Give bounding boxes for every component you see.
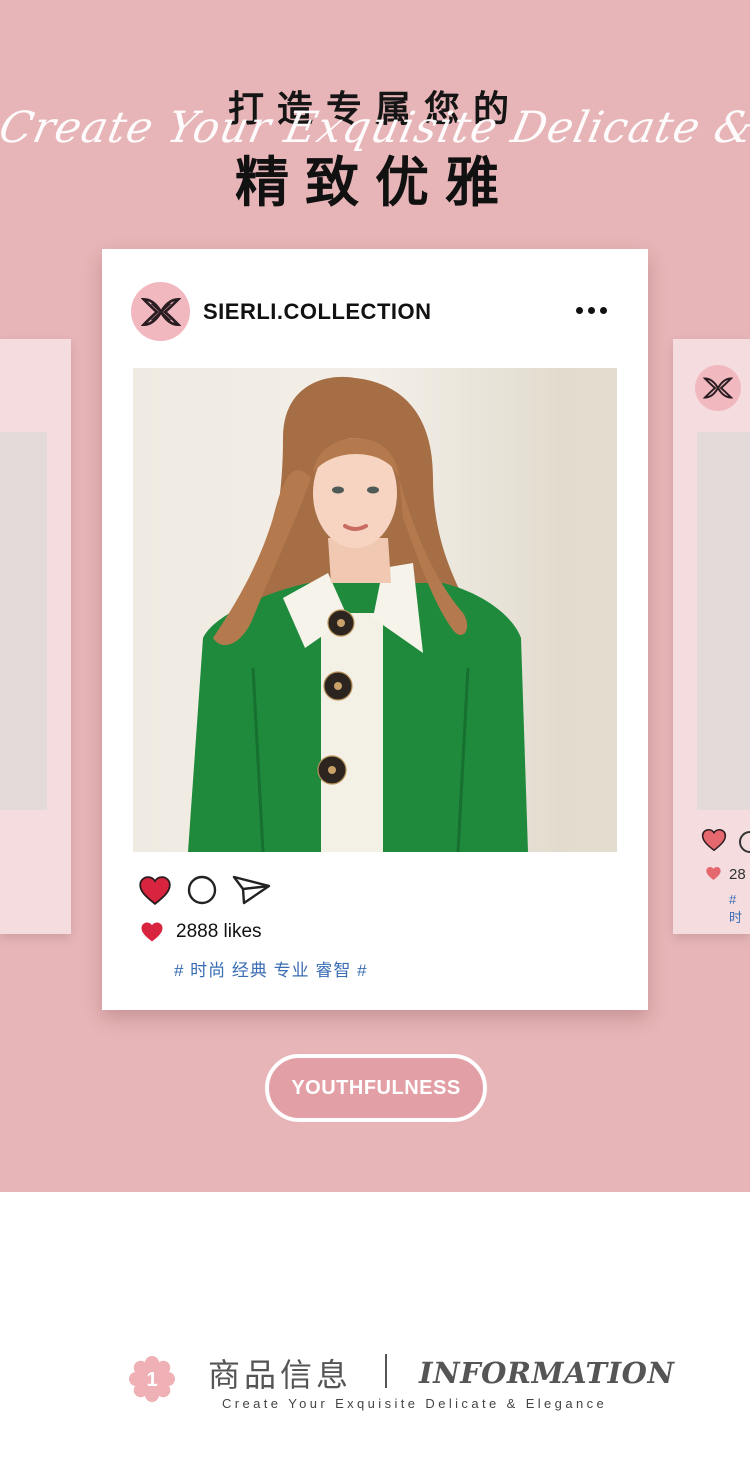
hashtags[interactable]: # 时尚 经典 专业 睿智 # (174, 956, 368, 981)
post-card: SIERLI.COLLECTION 2888 likes # 时尚 经典 专业 … (102, 249, 648, 1010)
more-dots-icon[interactable] (576, 307, 607, 314)
post-actions (138, 874, 286, 906)
side-tags-text: # 时 (729, 892, 743, 925)
side-heart-small-icon (706, 867, 721, 880)
share-icon[interactable] (232, 874, 272, 906)
product-photo (133, 368, 617, 852)
side-comment-icon (739, 831, 750, 853)
likes-count: 2888 likes (176, 921, 262, 942)
likes-row: 2888 likes (140, 921, 262, 943)
side-card-left (0, 339, 71, 934)
info-title-en: INFORMATION (419, 1356, 675, 1390)
side-avatar-logo-icon (695, 365, 741, 411)
info-title-cn: 商品信息 (208, 1356, 353, 1394)
side-likes-text: 28 (729, 866, 746, 883)
flower-number-badge-icon: 1 (129, 1356, 175, 1402)
info-subtitle: Create Your Exquisite Delicate & Eleganc… (222, 1396, 608, 1411)
side-card-right-image (697, 432, 750, 810)
hero-section: 打造专属您的 Create Your Exquisite Delicate & … (0, 0, 750, 1192)
badge-number: 1 (146, 1369, 157, 1391)
account-name[interactable]: SIERLI.COLLECTION (203, 299, 432, 325)
side-heart-icon (701, 828, 727, 852)
youthfulness-button[interactable]: YOUTHFULNESS (265, 1054, 487, 1122)
info-divider (385, 1354, 387, 1388)
comment-icon[interactable] (186, 874, 218, 906)
side-card-left-image (0, 432, 47, 810)
side-card-right: 28 # 时 (673, 339, 750, 934)
likes-heart-icon (141, 922, 163, 942)
sierli-logo-icon[interactable] (131, 282, 190, 341)
heart-icon[interactable] (138, 875, 172, 906)
information-header: 1 商品信息 INFORMATION Create Your Exquisite… (0, 1340, 750, 1420)
hero-title-line2: 精致优雅 (235, 151, 515, 214)
